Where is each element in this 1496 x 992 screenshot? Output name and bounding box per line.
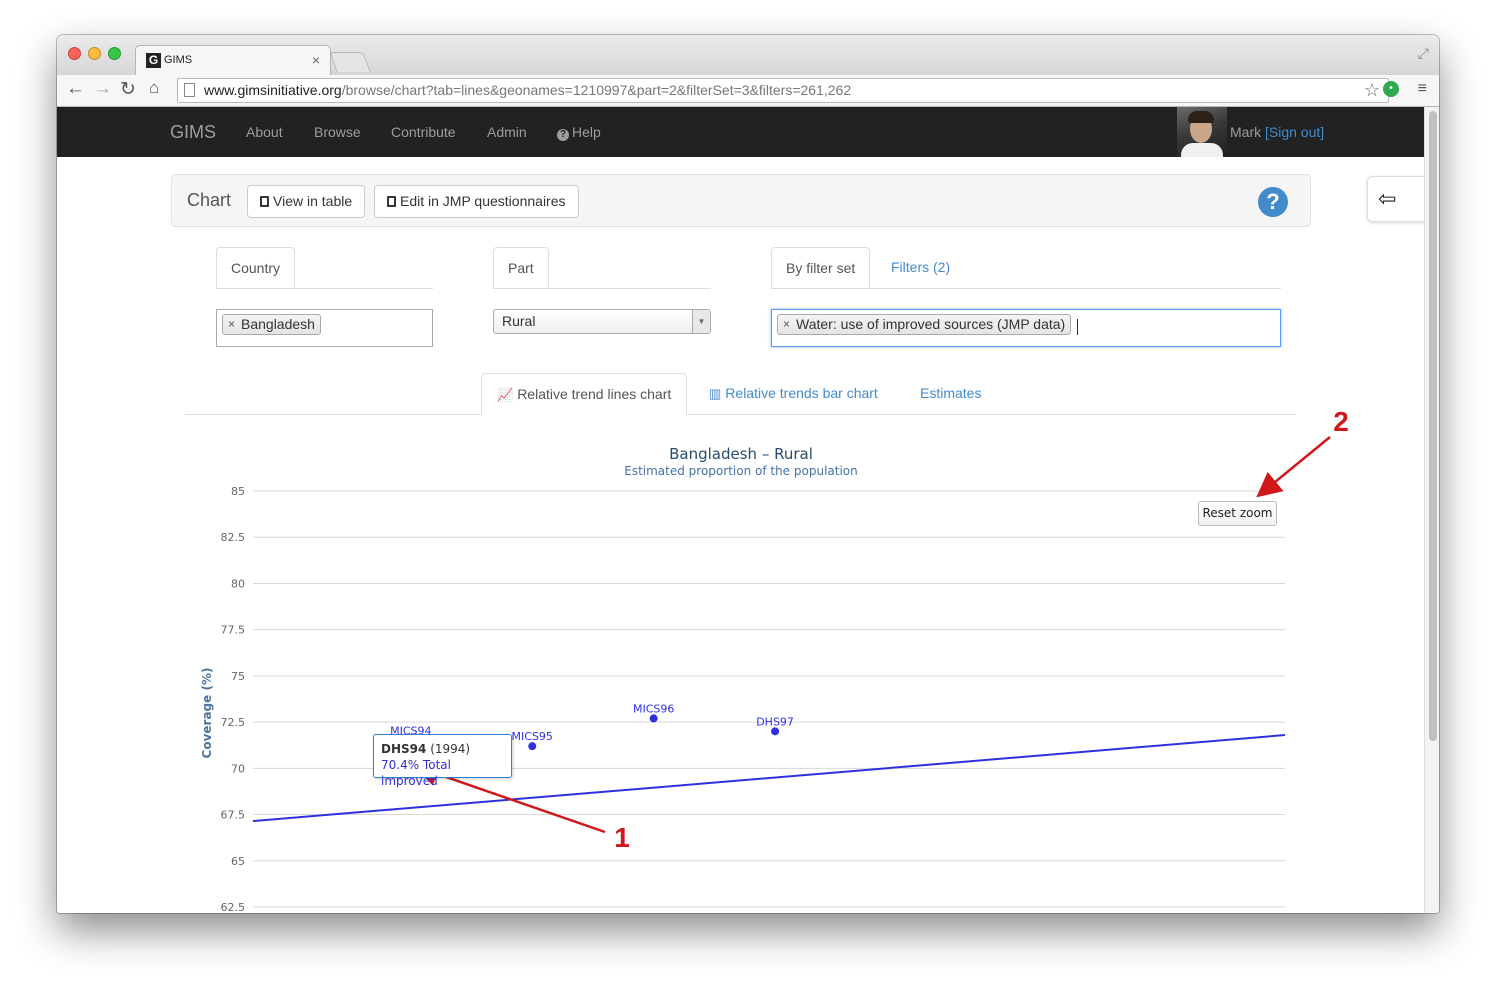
- tooltip-value: 70.4% Total improved: [381, 758, 451, 788]
- vertical-scrollbar[interactable]: [1424, 107, 1439, 913]
- chart-subtitle: Estimated proportion of the population: [624, 464, 858, 478]
- reset-zoom-button[interactable]: Reset zoom: [1198, 501, 1277, 526]
- forward-arrow-icon[interactable]: →: [93, 78, 112, 100]
- y-tick-label: 70: [231, 762, 245, 775]
- y-tick-label: 65: [231, 855, 245, 868]
- data-label: MICS95: [512, 730, 553, 743]
- menu-icon[interactable]: ≡: [1418, 80, 1427, 98]
- data-point: [528, 742, 537, 751]
- url-path: /browse/chart?tab=lines&geonames=1210997…: [341, 82, 852, 98]
- y-tick-label: 77.5: [221, 624, 246, 637]
- annotation-marker-2: 2: [1333, 406, 1349, 437]
- tab-close-icon[interactable]: ×: [312, 52, 320, 68]
- tab-title: GIMS: [164, 54, 193, 66]
- browser-window: G GIMS × ⤢ ← → ↻ ⌂ www.gimsinitiative.or…: [57, 35, 1439, 913]
- data-point: [649, 714, 658, 723]
- y-tick-label: 72.5: [221, 716, 246, 729]
- home-icon[interactable]: ⌂: [149, 78, 159, 98]
- point-tooltip: DHS94 (1994) 70.4% Total improved: [373, 734, 512, 788]
- url-host: www.gimsinitiative.org: [204, 82, 342, 98]
- page-viewport: GIMS About Browse Contribute Admin ? Help…: [57, 107, 1424, 913]
- y-tick-label: 75: [231, 670, 245, 683]
- reload-icon[interactable]: ↻: [120, 78, 136, 101]
- extension-icon[interactable]: •: [1383, 81, 1399, 97]
- data-label: DHS97: [756, 715, 794, 728]
- data-point: [771, 727, 780, 736]
- minimize-window-button[interactable]: [88, 47, 101, 60]
- fullscreen-icon[interactable]: ⤢: [1418, 45, 1429, 62]
- annotation-arrow-2: [1256, 436, 1331, 498]
- tooltip-survey: DHS94: [381, 742, 427, 756]
- back-arrow-icon[interactable]: ←: [66, 78, 85, 100]
- page-icon: [184, 83, 195, 97]
- y-tick-label: 85: [231, 485, 245, 498]
- address-bar[interactable]: www.gimsinitiative.org/browse/chart?tab=…: [177, 78, 1389, 103]
- y-axis-label: Coverage (%): [200, 668, 214, 759]
- browser-toolbar: ← → ↻ ⌂ www.gimsinitiative.org/browse/ch…: [57, 75, 1439, 107]
- annotation-marker-1: 1: [614, 822, 630, 853]
- bookmark-star-icon[interactable]: ☆: [1364, 80, 1380, 101]
- browser-tab[interactable]: G GIMS ×: [135, 45, 331, 76]
- url-text: www.gimsinitiative.org/browse/chart?tab=…: [204, 82, 851, 98]
- scrollbar-thumb[interactable]: [1429, 111, 1437, 741]
- gims-favicon-icon: G: [146, 53, 161, 68]
- y-tick-label: 82.5: [221, 531, 246, 544]
- chart-title: Bangladesh – Rural: [669, 445, 813, 463]
- new-tab-button[interactable]: [329, 52, 371, 72]
- data-label: MICS96: [633, 702, 674, 715]
- y-tick-label: 67.5: [221, 809, 246, 822]
- tooltip-year: (1994): [430, 742, 471, 756]
- y-tick-label: 62.5: [221, 901, 246, 913]
- y-tick-label: 80: [231, 577, 245, 590]
- close-window-button[interactable]: [68, 47, 81, 60]
- title-bar: G GIMS × ⤢: [57, 35, 1439, 76]
- zoom-window-button[interactable]: [108, 47, 121, 60]
